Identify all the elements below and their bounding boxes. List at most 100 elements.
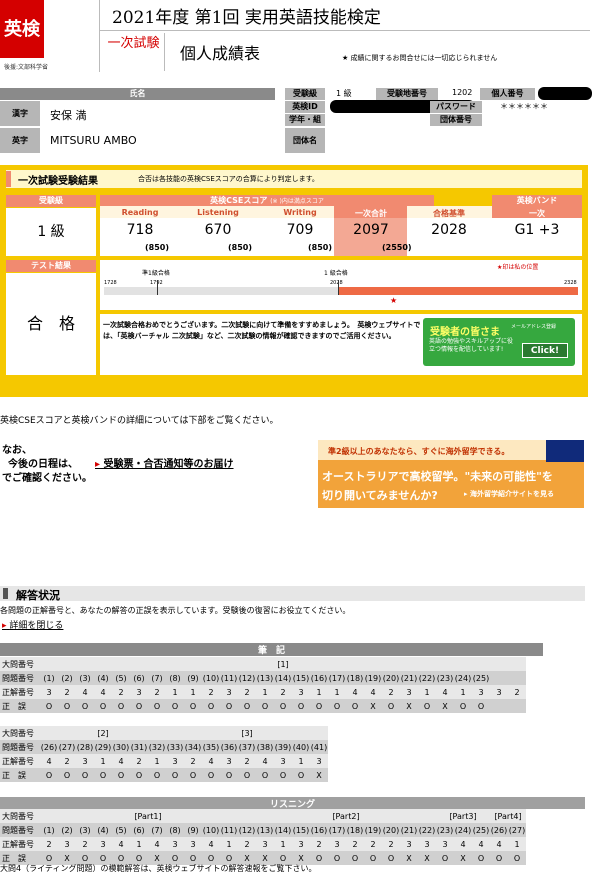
result-mark: O (279, 701, 287, 711)
question-number: (10) (202, 825, 220, 835)
result-mark: O (333, 701, 341, 711)
question-number: (41) (310, 742, 328, 752)
answers-heading-bar (0, 586, 585, 601)
banner-text: 英語の勉強やスキルアップに役立つ情報を配信しています! (429, 338, 514, 353)
correct-answer: 1 (514, 839, 520, 849)
section-row: 大問番号 [2] [3] (0, 726, 328, 740)
correct-answer: 1 (262, 687, 268, 697)
site-value: 1202 (452, 88, 473, 97)
result-heading-note: 合否は各技能の英検CSEスコアの合算により判定します。 (138, 175, 319, 183)
correct-answer: 3 (100, 839, 106, 849)
kanji-name: 安保 満 (50, 109, 87, 122)
scale-bar (104, 287, 338, 295)
ad-line: 切り開いてみませんか? (322, 489, 438, 502)
correct-answer: 4 (352, 687, 358, 697)
score-reading: 718 (126, 222, 154, 238)
question-number: (31) (130, 742, 148, 752)
row-label: 正 誤 (2, 770, 26, 780)
correct-answer: 2 (64, 756, 70, 766)
schedule-link[interactable]: ▸ 受験票・合否通知等のお届け (95, 455, 234, 470)
result-mark: O (279, 770, 287, 780)
max-total: (2550) (382, 243, 412, 252)
stage-label: 一次試験 (103, 33, 165, 71)
question-number: (12) (238, 825, 256, 835)
result-mark: O (387, 853, 395, 863)
scale-bar-pass (338, 287, 578, 295)
question-number: (34) (184, 742, 202, 752)
result-mark: O (189, 701, 197, 711)
question-number: (16) (310, 673, 328, 683)
correct-answer: 2 (64, 687, 70, 697)
question-number: (7) (151, 825, 163, 835)
table-written-2: 大問番号 [2] [3] 問題番号 (26) (27) (28) (29) (30) (31) (3… (0, 726, 328, 782)
correct-answer: 2 (154, 687, 160, 697)
banner-click-button[interactable]: Click! (522, 343, 568, 358)
question-number: (24) (454, 825, 472, 835)
correct-answer: 4 (478, 839, 484, 849)
result-mark: O (207, 701, 215, 711)
test-label: テスト結果 (6, 260, 96, 272)
heading-marker (3, 588, 8, 599)
result-mark (508, 699, 526, 713)
result-mark: O (99, 701, 107, 711)
correct-answer: 3 (478, 687, 484, 697)
question-number: (3) (79, 825, 91, 835)
score-pass-line: 2028 (431, 222, 467, 238)
question-number: (6) (133, 825, 145, 835)
score-writing: 709 (286, 222, 314, 238)
id-label: 英検ID (285, 101, 325, 113)
row-label: 問題番号 (2, 825, 34, 835)
result-mark: O (369, 853, 377, 863)
ad-line: 準2級以上のあなたなら、すぐに海外留学できる。 (328, 447, 510, 456)
result-mark: O (261, 770, 269, 780)
correct-answer: 3 (406, 839, 412, 849)
question-number: (26) (490, 825, 508, 835)
close-detail-link[interactable]: ▸ 詳細を閉じる (2, 618, 63, 631)
ad-line: オーストラリアで高校留学。"未来の可能性"を (322, 470, 553, 483)
result-mark: O (171, 770, 179, 780)
question-number: (22) (418, 825, 436, 835)
correct-answer: 3 (136, 687, 142, 697)
scale-marker-note: ★印は私の位置 (497, 264, 539, 271)
question-number: (16) (310, 825, 328, 835)
banner-tag: メールアドレス登録 (511, 324, 557, 330)
grade-label: 受験級 (6, 195, 96, 207)
question-number: (33) (166, 742, 184, 752)
footer-note: 大問4（ライティング問題）の模範解答は、英検ウェブサイトの解答速報をご覧下さい。 (0, 864, 317, 873)
question-number: (14) (274, 825, 292, 835)
table-row: 問題番号 (1) (2) (3) (4) (5) (6) (7) (8) (9) (10) (11)(… (0, 823, 526, 837)
result-heading: 一次試験受験結果 (18, 176, 98, 187)
result-mark: O (63, 701, 71, 711)
ad-button[interactable]: ▸ 海外留学紹介サイトを見る (464, 489, 554, 499)
col-listening: Listening (197, 208, 239, 217)
question-number: (18) (346, 825, 364, 835)
col-writing: Writing (283, 208, 317, 217)
result-mark: O (315, 701, 323, 711)
question-number: (23) (436, 825, 454, 835)
table-row: 正 誤OOOOOOOOOOOOOOOX (0, 768, 328, 782)
result-mark: O (351, 853, 359, 863)
result-mark: O (153, 770, 161, 780)
scale-tick-line (157, 280, 158, 295)
result-mark: O (99, 770, 107, 780)
question-number: (20) (382, 825, 400, 835)
question-number: (21) (400, 673, 418, 683)
redacted-personal (538, 87, 592, 100)
correct-answer: 2 (280, 687, 286, 697)
correct-answer: 4 (208, 756, 214, 766)
question-number: (29) (94, 742, 112, 752)
detail-line: 英検CSEスコアと英検バンドの詳細については下部をご覧ください。 (0, 416, 279, 426)
password-label: パスワード (430, 101, 482, 113)
question-number: (1) (43, 673, 55, 683)
question-number: (35) (202, 742, 220, 752)
result-mark: X (406, 701, 412, 711)
message-text: 一次試験合格おめでとうございます。二次試験に向けて準備をすすめましょう。 英検ウ… (103, 321, 421, 340)
question-number: (20) (382, 673, 400, 683)
question-number: (15) (292, 825, 310, 835)
result-mark (490, 699, 508, 713)
question-number: (3) (79, 673, 91, 683)
result-mark: O (225, 701, 233, 711)
row-label: 正解番号 (2, 756, 34, 766)
correct-answer: 2 (190, 756, 196, 766)
row-label: 大問番号 (2, 811, 34, 821)
